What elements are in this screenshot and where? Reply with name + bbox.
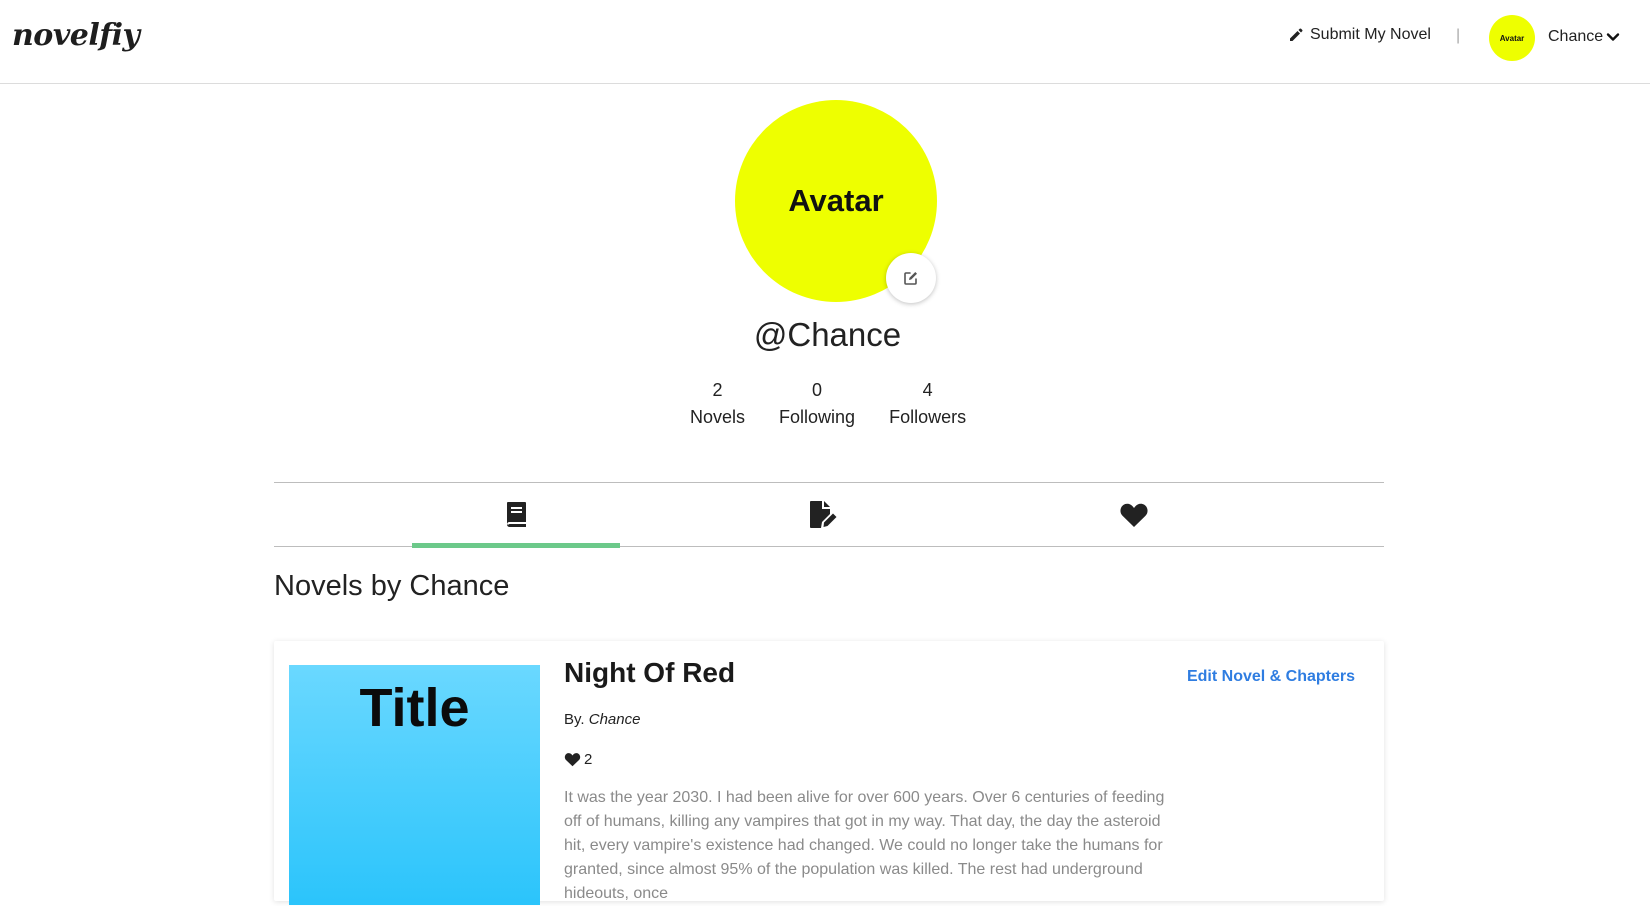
stat-following-count: 0 bbox=[812, 380, 823, 400]
pencil-icon bbox=[1290, 28, 1303, 41]
stat-novels[interactable]: 2 Novels bbox=[690, 380, 745, 428]
stat-following-label: Following bbox=[779, 407, 856, 427]
user-menu-dropdown[interactable]: Chance bbox=[1548, 28, 1620, 46]
stat-followers[interactable]: 4 Followers bbox=[889, 380, 966, 428]
site-logo[interactable]: novelfiy bbox=[12, 18, 140, 53]
tab-drafts[interactable] bbox=[720, 483, 928, 547]
novel-title[interactable]: Night Of Red bbox=[564, 657, 735, 689]
edit-icon bbox=[904, 272, 917, 285]
novel-card: Title Night Of Red Edit Novel & Chapters… bbox=[274, 641, 1384, 905]
stat-followers-label: Followers bbox=[889, 407, 967, 427]
profile-avatar-label: Avatar bbox=[788, 183, 884, 218]
stat-followers-count: 4 bbox=[922, 380, 933, 400]
novel-author[interactable]: Chance bbox=[589, 711, 641, 728]
stat-following[interactable]: 0 Following bbox=[779, 380, 855, 428]
novel-synopsis: It was the year 2030. I had been alive f… bbox=[564, 789, 1165, 902]
section-title: Novels by Chance bbox=[274, 570, 510, 602]
tab-likes[interactable] bbox=[1030, 483, 1238, 547]
submit-novel-link[interactable]: Submit My Novel bbox=[1288, 26, 1431, 44]
submit-novel-label: Submit My Novel bbox=[1310, 26, 1431, 43]
user-menu-name: Chance bbox=[1548, 28, 1604, 45]
chevron-down-icon bbox=[1606, 33, 1620, 41]
novel-cover-title: Title bbox=[359, 678, 470, 738]
header-avatar[interactable]: Avatar bbox=[1489, 15, 1535, 61]
novel-byline: By. Chance bbox=[564, 711, 640, 728]
tab-novels[interactable] bbox=[412, 483, 620, 548]
book-icon bbox=[507, 502, 526, 527]
byline-prefix: By. bbox=[564, 711, 585, 728]
edit-novel-link[interactable]: Edit Novel & Chapters bbox=[1187, 668, 1355, 686]
top-navbar: novelfiy Submit My Novel | Avatar Chance bbox=[0, 0, 1650, 84]
file-edit-icon bbox=[810, 501, 837, 528]
stat-novels-label: Novels bbox=[690, 407, 746, 427]
novel-likes: 2 bbox=[564, 751, 592, 768]
profile-tabs bbox=[274, 482, 1384, 548]
novel-cover[interactable]: Title bbox=[289, 665, 540, 905]
header-avatar-label: Avatar bbox=[1499, 33, 1525, 43]
profile-username: @Chance bbox=[753, 316, 902, 353]
header-separator: | bbox=[1456, 27, 1461, 44]
stat-novels-count: 2 bbox=[712, 380, 723, 400]
novel-likes-count: 2 bbox=[584, 751, 593, 768]
edit-avatar-button[interactable] bbox=[886, 253, 936, 303]
heart-icon bbox=[1120, 503, 1148, 527]
heart-icon bbox=[564, 753, 581, 767]
profile-stats: 2 Novels 0 Following 4 Followers bbox=[690, 380, 966, 428]
